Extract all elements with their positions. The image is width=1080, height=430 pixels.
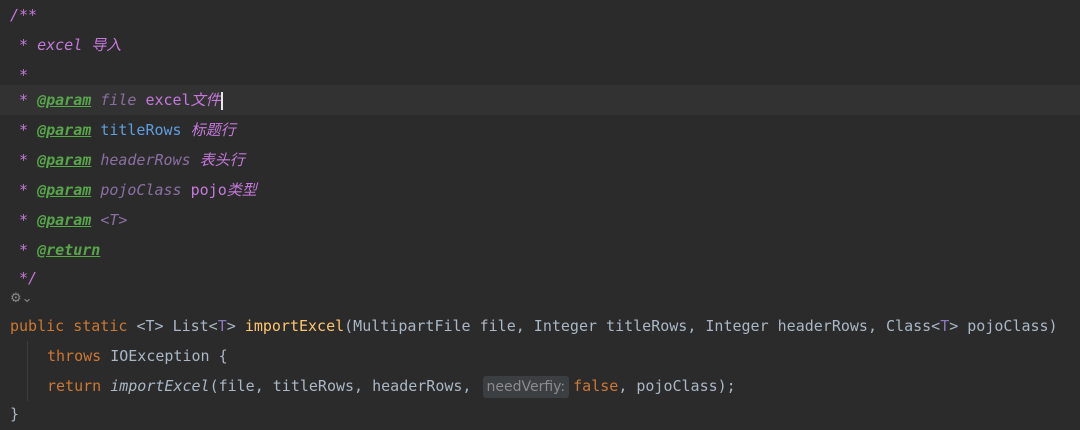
doc-comment-close: */: [19, 269, 38, 287]
method-name: importExcel: [244, 317, 345, 335]
doc-return-line: * @return: [19, 241, 101, 259]
parameter-hint: needVerfiy:: [482, 376, 570, 398]
doc-param-file[interactable]: * @param file excel文件: [0, 85, 1080, 115]
chevron-down-icon[interactable]: ⌄: [22, 291, 33, 306]
doc-param-titleRows: * @param titleRows 标题行: [19, 121, 236, 139]
annotation-gutter-icon[interactable]: ⚙: [10, 291, 22, 306]
throws-line: throws IOException {: [47, 347, 228, 365]
doc-comment-open: /**: [10, 6, 38, 24]
closing-brace-line: }: [10, 405, 20, 423]
gutter-annotation[interactable]: ⚙⌄: [10, 291, 33, 306]
method-signature-line: public static <T> List<T> importExcel(Mu…: [10, 317, 1058, 335]
text-caret: [220, 91, 223, 110]
doc-summary-line: * excel 导入: [19, 36, 122, 54]
return-line: return importExcel(file, titleRows, head…: [0, 371, 1080, 401]
doc-param-T: * @param <T>: [19, 211, 128, 229]
code-editor[interactable]: /** * excel 导入 * * @param file excel文件 *…: [0, 0, 1080, 430]
doc-param-headerRows: * @param headerRows 表头行: [19, 151, 245, 169]
doc-param-pojoClass: * @param pojoClass pojo类型: [19, 181, 257, 199]
